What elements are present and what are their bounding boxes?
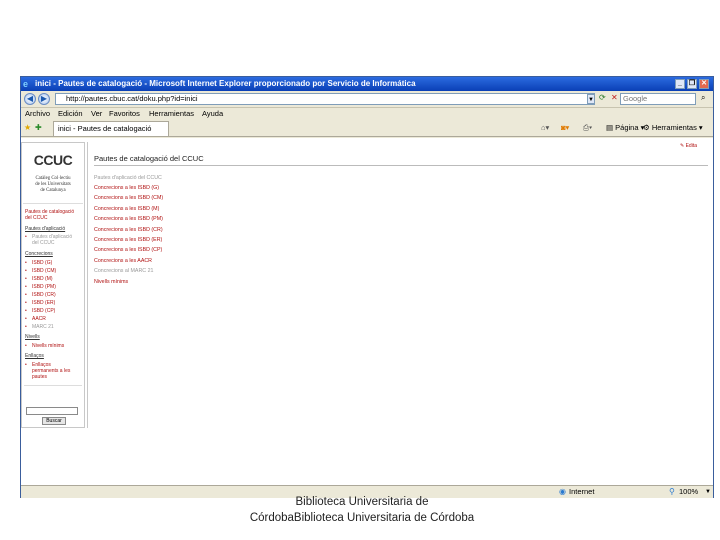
main-content: ✎ Edita Pautes de catalogació del CCUC P… (87, 142, 713, 428)
zoom-icon[interactable]: ⚲ (669, 486, 675, 498)
ccuc-logo-mark: CCUC (33, 152, 73, 168)
home-icon[interactable]: ⌂▾ (541, 123, 549, 132)
forward-icon[interactable]: ▶ (38, 93, 50, 105)
content-link-isbd-m[interactable]: Concrecions a les ISBD (M) (94, 206, 159, 212)
sidebar-item-aacr[interactable]: AACR (32, 316, 46, 323)
section-levels[interactable]: Nivells (25, 334, 40, 341)
caption-line-1: Biblioteca Universitaria de (295, 496, 429, 508)
sidebar: CCUC Catàleg Col·lectiu de les Universit… (21, 142, 85, 428)
minimize-button[interactable]: _ (675, 79, 685, 89)
logo: CCUC Catàleg Col·lectiu de les Universit… (23, 144, 83, 204)
add-favorite-icon[interactable]: ✚ (35, 123, 42, 132)
page-menu[interactable]: ▤ Página ▾ (606, 123, 644, 132)
address-bar: ◀ ▶ http://pautes.cbuc.cat/doku.php?id=i… (21, 91, 713, 108)
page-title: Pautes de catalogació del CCUC (94, 154, 708, 166)
sidebar-item-isbd-er[interactable]: ISBD (ER) (32, 300, 55, 307)
browser-window: e inici - Pautes de catalogació - Micros… (20, 76, 714, 498)
restore-button[interactable]: ❐ (687, 79, 697, 89)
zoom-dropdown-icon[interactable]: ▼ (705, 486, 711, 498)
divider (24, 385, 82, 386)
search-input[interactable]: Google (620, 93, 696, 105)
content-link-isbd-cm[interactable]: Concrecions a les ISBD (CM) (94, 195, 163, 201)
content-link-minimum-levels[interactable]: Nivells mínims (94, 279, 128, 285)
sidebar-item-minimum-levels[interactable]: Nivells mínims (32, 343, 64, 350)
window-title: inici - Pautes de catalogació - Microsof… (35, 79, 416, 88)
bullet-icon: • (25, 276, 27, 282)
tools-menu[interactable]: ⚙ Herramientas ▾ (643, 123, 703, 132)
sidebar-item-isbd-m[interactable]: ISBD (M) (32, 276, 53, 283)
tab-bar: ★ ✚ inici - Pautes de catalogació ⌂▾ ◙▾ … (21, 120, 713, 137)
menu-edicion[interactable]: Edición (58, 108, 83, 120)
section-concrecions[interactable]: Concrecions (25, 251, 53, 258)
section-application[interactable]: Pautes d'aplicació (25, 226, 65, 233)
globe-icon: ◉ (559, 487, 566, 496)
slide-caption: Biblioteca Universitaria de CórdobaBibli… (190, 494, 534, 526)
logo-caption: Catàleg Col·lectiu de les Universitats d… (35, 176, 71, 193)
favorites-star-icon[interactable]: ★ (24, 123, 31, 132)
sidebar-item-isbd-g[interactable]: ISBD (G) (32, 260, 52, 267)
page-menu-label: Página (615, 123, 639, 132)
address-input[interactable]: http://pautes.cbuc.cat/doku.php?id=inici (55, 93, 595, 105)
bullet-icon: • (25, 234, 27, 240)
edit-link[interactable]: ✎ Edita (680, 143, 697, 149)
bullet-icon: • (25, 362, 27, 368)
close-button[interactable]: ✕ (699, 79, 709, 89)
content-link-aacr[interactable]: Concrecions a les AACR (94, 258, 152, 264)
search-icon[interactable]: ⌕ (701, 93, 705, 103)
content-link-application[interactable]: Pautes d'aplicació del CCUC (94, 175, 162, 181)
sidebar-home-link-2[interactable]: del CCUC (25, 215, 48, 222)
content-link-isbd-er[interactable]: Concrecions a les ISBD (ER) (94, 237, 162, 243)
sidebar-item-permalinks-3[interactable]: pautes (32, 374, 47, 381)
bullet-icon: • (25, 316, 27, 322)
menu-archivo[interactable]: Archivo (25, 108, 50, 120)
tools-menu-label: Herramientas (651, 123, 697, 132)
search-field[interactable] (26, 407, 78, 415)
ie-logo-icon: e (23, 79, 29, 89)
tab-inici[interactable]: inici - Pautes de catalogació (53, 121, 169, 136)
bullet-icon: • (25, 308, 27, 314)
bullet-icon: • (25, 268, 27, 274)
sidebar-item-isbd-cr[interactable]: ISBD (CR) (32, 292, 56, 299)
refresh-icon[interactable]: ⟳ (599, 93, 606, 102)
bullet-icon: • (25, 292, 27, 298)
zone-label: Internet (569, 487, 595, 496)
sidebar-item-marc21[interactable]: MARC 21 (32, 324, 54, 331)
address-dropdown-icon[interactable]: ▼ (587, 94, 595, 104)
menu-ayuda[interactable]: Ayuda (202, 108, 223, 120)
title-bar: e inici - Pautes de catalogació - Micros… (21, 77, 713, 91)
menu-herramientas[interactable]: Herramientas (149, 108, 194, 120)
bullet-icon: • (25, 324, 27, 330)
menu-bar: Archivo Edición Ver Favoritos Herramient… (21, 108, 713, 120)
stop-icon[interactable]: ✕ (611, 93, 618, 102)
feeds-icon[interactable]: ◙▾ (561, 123, 569, 132)
bullet-icon: • (25, 300, 27, 306)
menu-favoritos[interactable]: Favoritos (109, 108, 140, 120)
content-link-isbd-g[interactable]: Concrecions a les ISBD (G) (94, 185, 159, 191)
bullet-icon: • (25, 284, 27, 290)
caption-line-2: CórdobaBiblioteca Universitaria de Córdo… (249, 512, 475, 524)
section-links[interactable]: Enllaços (25, 353, 44, 360)
page-viewport: CCUC Catàleg Col·lectiu de les Universit… (21, 138, 713, 486)
sidebar-item-isbd-cp[interactable]: ISBD (CP) (32, 308, 55, 315)
content-link-isbd-cr[interactable]: Concrecions a les ISBD (CR) (94, 227, 163, 233)
content-link-marc21[interactable]: Concrecions al MARC 21 (94, 268, 153, 274)
content-link-isbd-pm[interactable]: Concrecions a les ISBD (PM) (94, 216, 163, 222)
menu-ver[interactable]: Ver (91, 108, 102, 120)
sidebar-item-isbd-pm[interactable]: ISBD (PM) (32, 284, 56, 291)
bullet-icon: • (25, 260, 27, 266)
bullet-icon: • (25, 343, 27, 349)
content-link-isbd-cp[interactable]: Concrecions a les ISBD (CP) (94, 247, 162, 253)
sidebar-item-isbd-cm[interactable]: ISBD (CM) (32, 268, 56, 275)
back-icon[interactable]: ◀ (24, 93, 36, 105)
zoom-level[interactable]: 100% (679, 486, 698, 498)
search-button[interactable]: Buscar (42, 417, 66, 425)
edit-link-label: Edita (685, 143, 697, 149)
tab-label: inici - Pautes de catalogació (58, 124, 152, 133)
print-icon[interactable]: ⎙▾ (583, 123, 592, 133)
sidebar-item-application-2[interactable]: del CCUC (32, 240, 55, 247)
